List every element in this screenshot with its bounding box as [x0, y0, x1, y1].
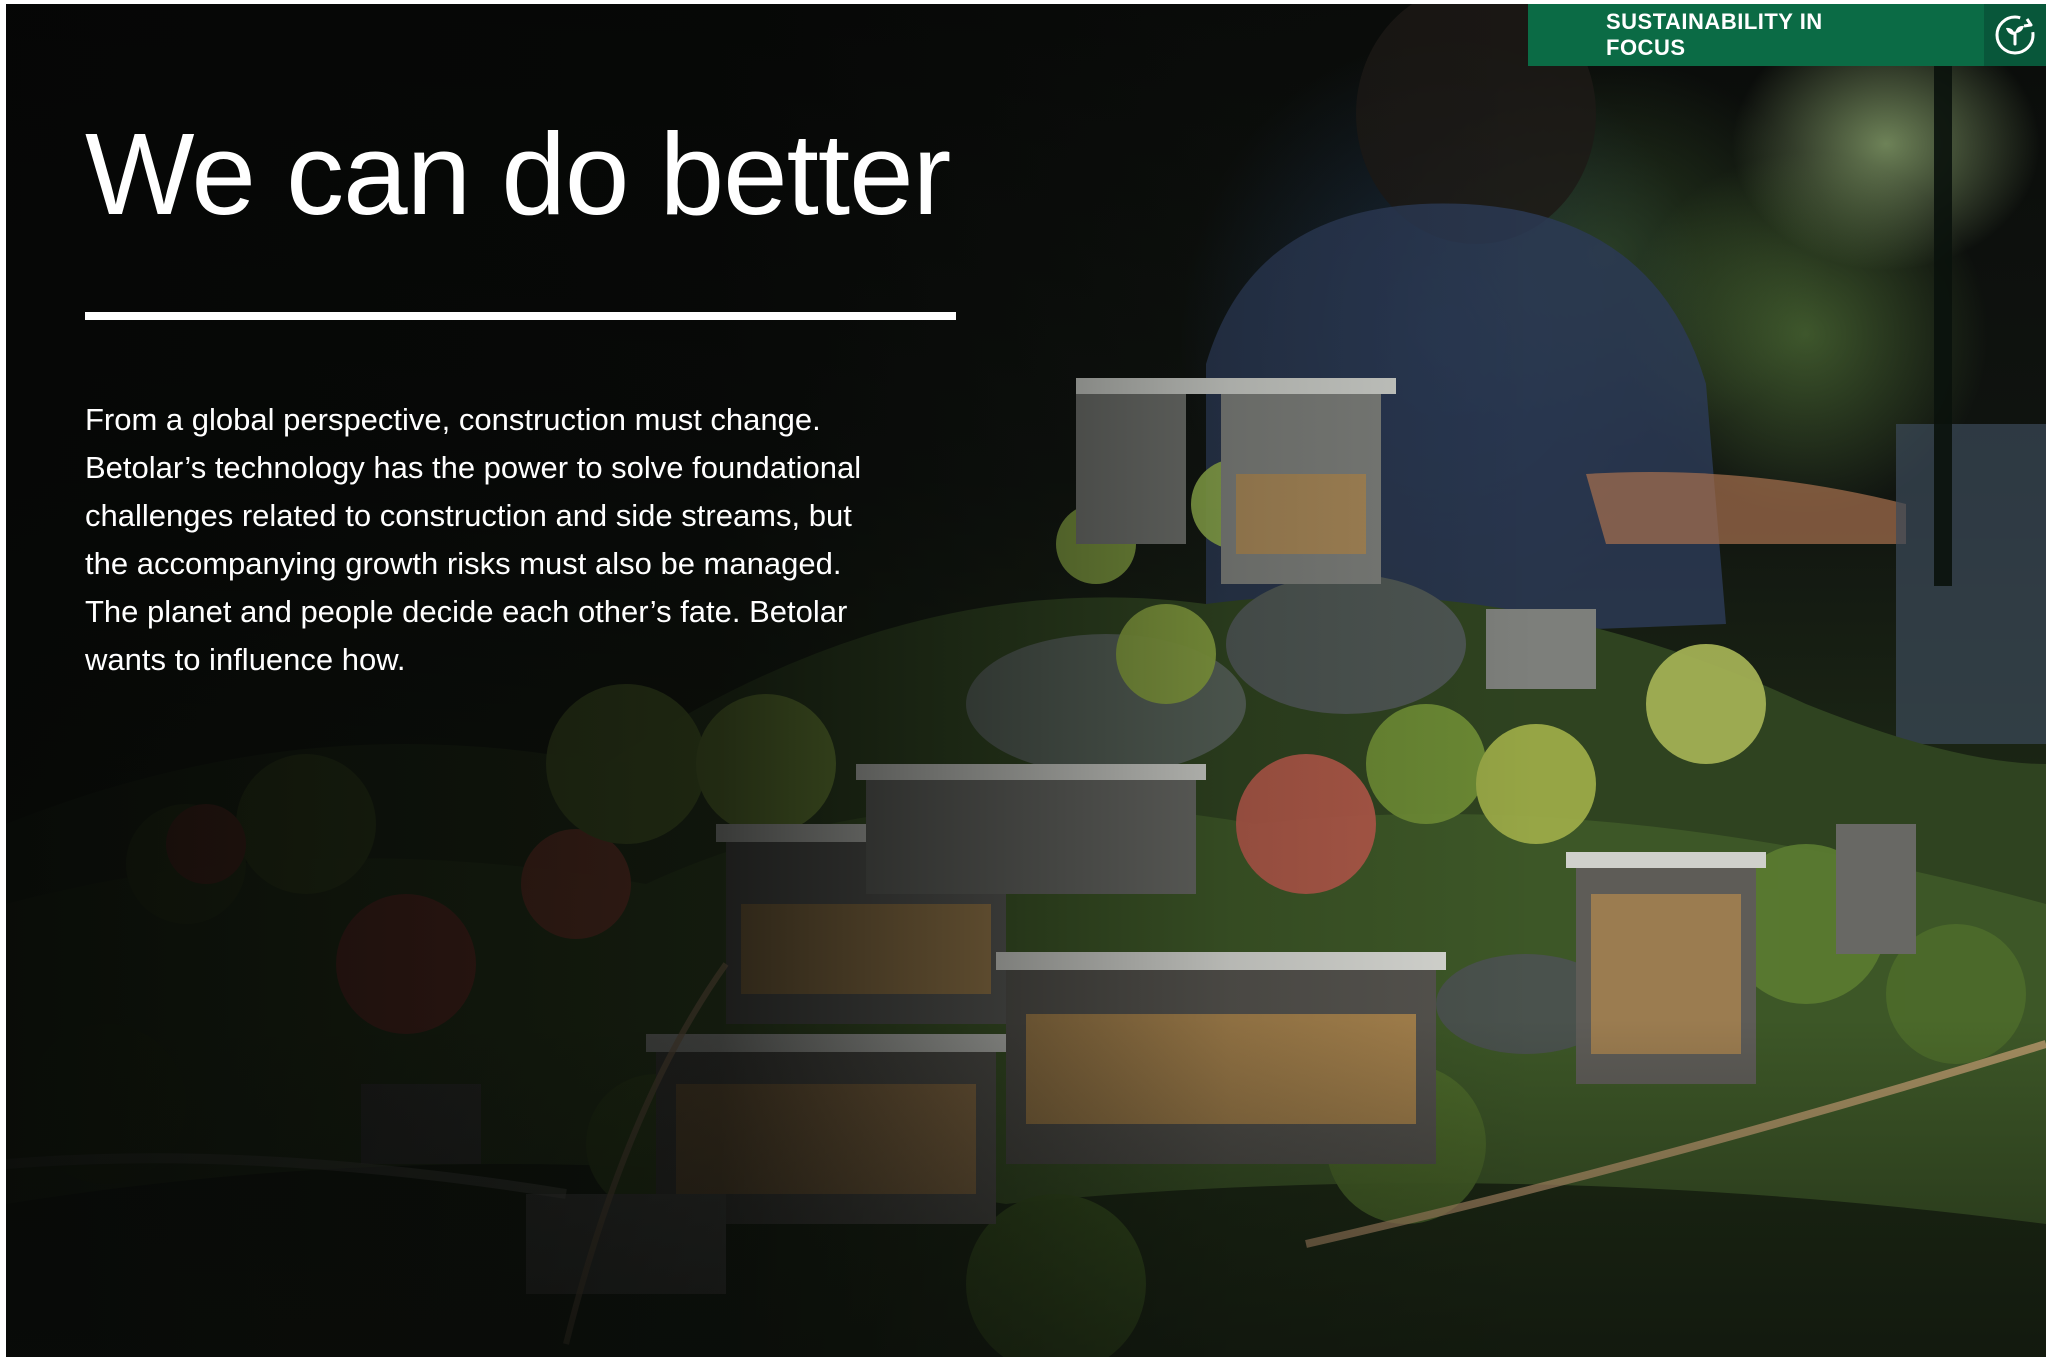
section-badge: SUSTAINABILITY IN FOCUS — [1528, 4, 2046, 66]
body-paragraph: From a global perspective, construction … — [85, 396, 1005, 684]
title-divider — [85, 312, 956, 320]
body-line: Betolar’s technology has the power to so… — [85, 450, 862, 485]
badge-label: SUSTAINABILITY IN FOCUS — [1528, 4, 1984, 66]
page: SUSTAINABILITY IN FOCUS We can do better… — [6, 4, 2046, 1357]
body-line: challenges related to construction and s… — [85, 498, 852, 533]
recycle-leaf-icon — [1984, 4, 2046, 66]
body-line: the accompanying growth risks must also … — [85, 546, 842, 581]
body-line: The planet and people decide each other’… — [85, 594, 848, 629]
page-title: We can do better — [85, 109, 951, 239]
body-line: From a global perspective, construction … — [85, 402, 821, 437]
body-line: wants to influence how. — [85, 642, 406, 677]
